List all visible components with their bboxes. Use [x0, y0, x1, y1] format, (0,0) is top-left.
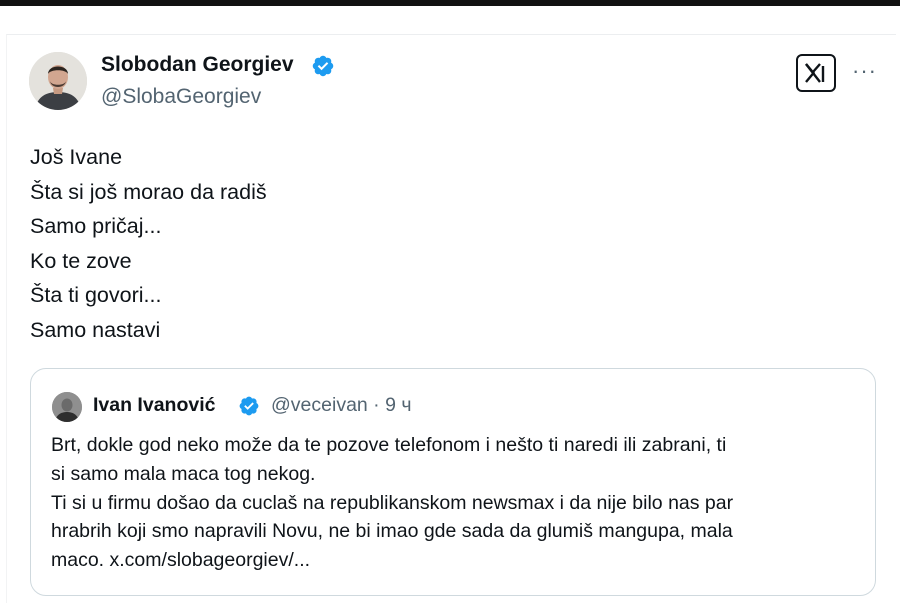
post-line: Šta ti govori...	[30, 283, 162, 307]
post-line: Još Ivane	[30, 145, 123, 169]
post-line: Samo pričaj...	[30, 214, 162, 238]
author-name[interactable]: Slobodan Georgiev	[101, 53, 294, 77]
more-options-icon[interactable]: ···	[852, 58, 877, 84]
post-line: Šta si još morao da radiš	[30, 179, 267, 204]
quoted-author-avatar[interactable]	[52, 392, 82, 422]
author-avatar[interactable]	[29, 52, 87, 110]
quoted-author-name[interactable]: Ivan Ivanović	[93, 394, 215, 417]
verified-badge-icon	[239, 396, 259, 416]
post-line: Samo nastavi	[30, 317, 161, 342]
post-line: Ko te zove	[30, 248, 132, 273]
quoted-post-line: Ti si u firmu došao da cuclaš na republi…	[51, 491, 734, 514]
quoted-author-handle-time[interactable]: @veceivan · 9 ч	[271, 394, 412, 417]
top-border-bar	[0, 0, 900, 6]
quoted-post-line: Brt, dokle god neko može da te pozove te…	[51, 434, 727, 456]
x-logo-icon[interactable]	[796, 54, 836, 92]
post-text: Još Ivane Šta si još morao da radiš Samo…	[30, 140, 267, 347]
quoted-post-line: si samo mala maca tog nekog.	[51, 462, 316, 485]
author-handle[interactable]: @SlobaGeorgiev	[101, 85, 261, 109]
quoted-post-text: Brt, dokle god neko može da te pozove te…	[51, 431, 866, 575]
quoted-post-line: maco. x.com/slobageorgiev/...	[51, 549, 311, 572]
quoted-tweet[interactable]: Ivan Ivanović @veceivan · 9 ч Brt, dokle…	[30, 368, 876, 596]
verified-badge-icon	[312, 55, 334, 77]
quoted-post-line: hrabrih koji smo napravili Novu, ne bi i…	[51, 520, 733, 543]
